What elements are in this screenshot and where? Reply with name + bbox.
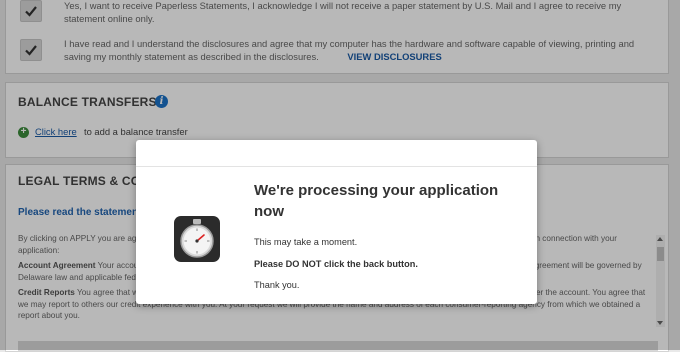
modal-title: We're processing your application now [254,182,499,220]
modal-wait-text: This may take a moment. [254,237,358,247]
modal-warning-text: Please DO NOT click the back button. [254,259,418,269]
modal-thanks-text: Thank you. [254,280,300,290]
modal-header-bar [136,140,537,167]
application-page: Yes, I want to receive Paperless Stateme… [0,0,680,352]
stopwatch-icon [174,216,220,262]
processing-modal: We're processing your application now Th… [136,140,537,304]
